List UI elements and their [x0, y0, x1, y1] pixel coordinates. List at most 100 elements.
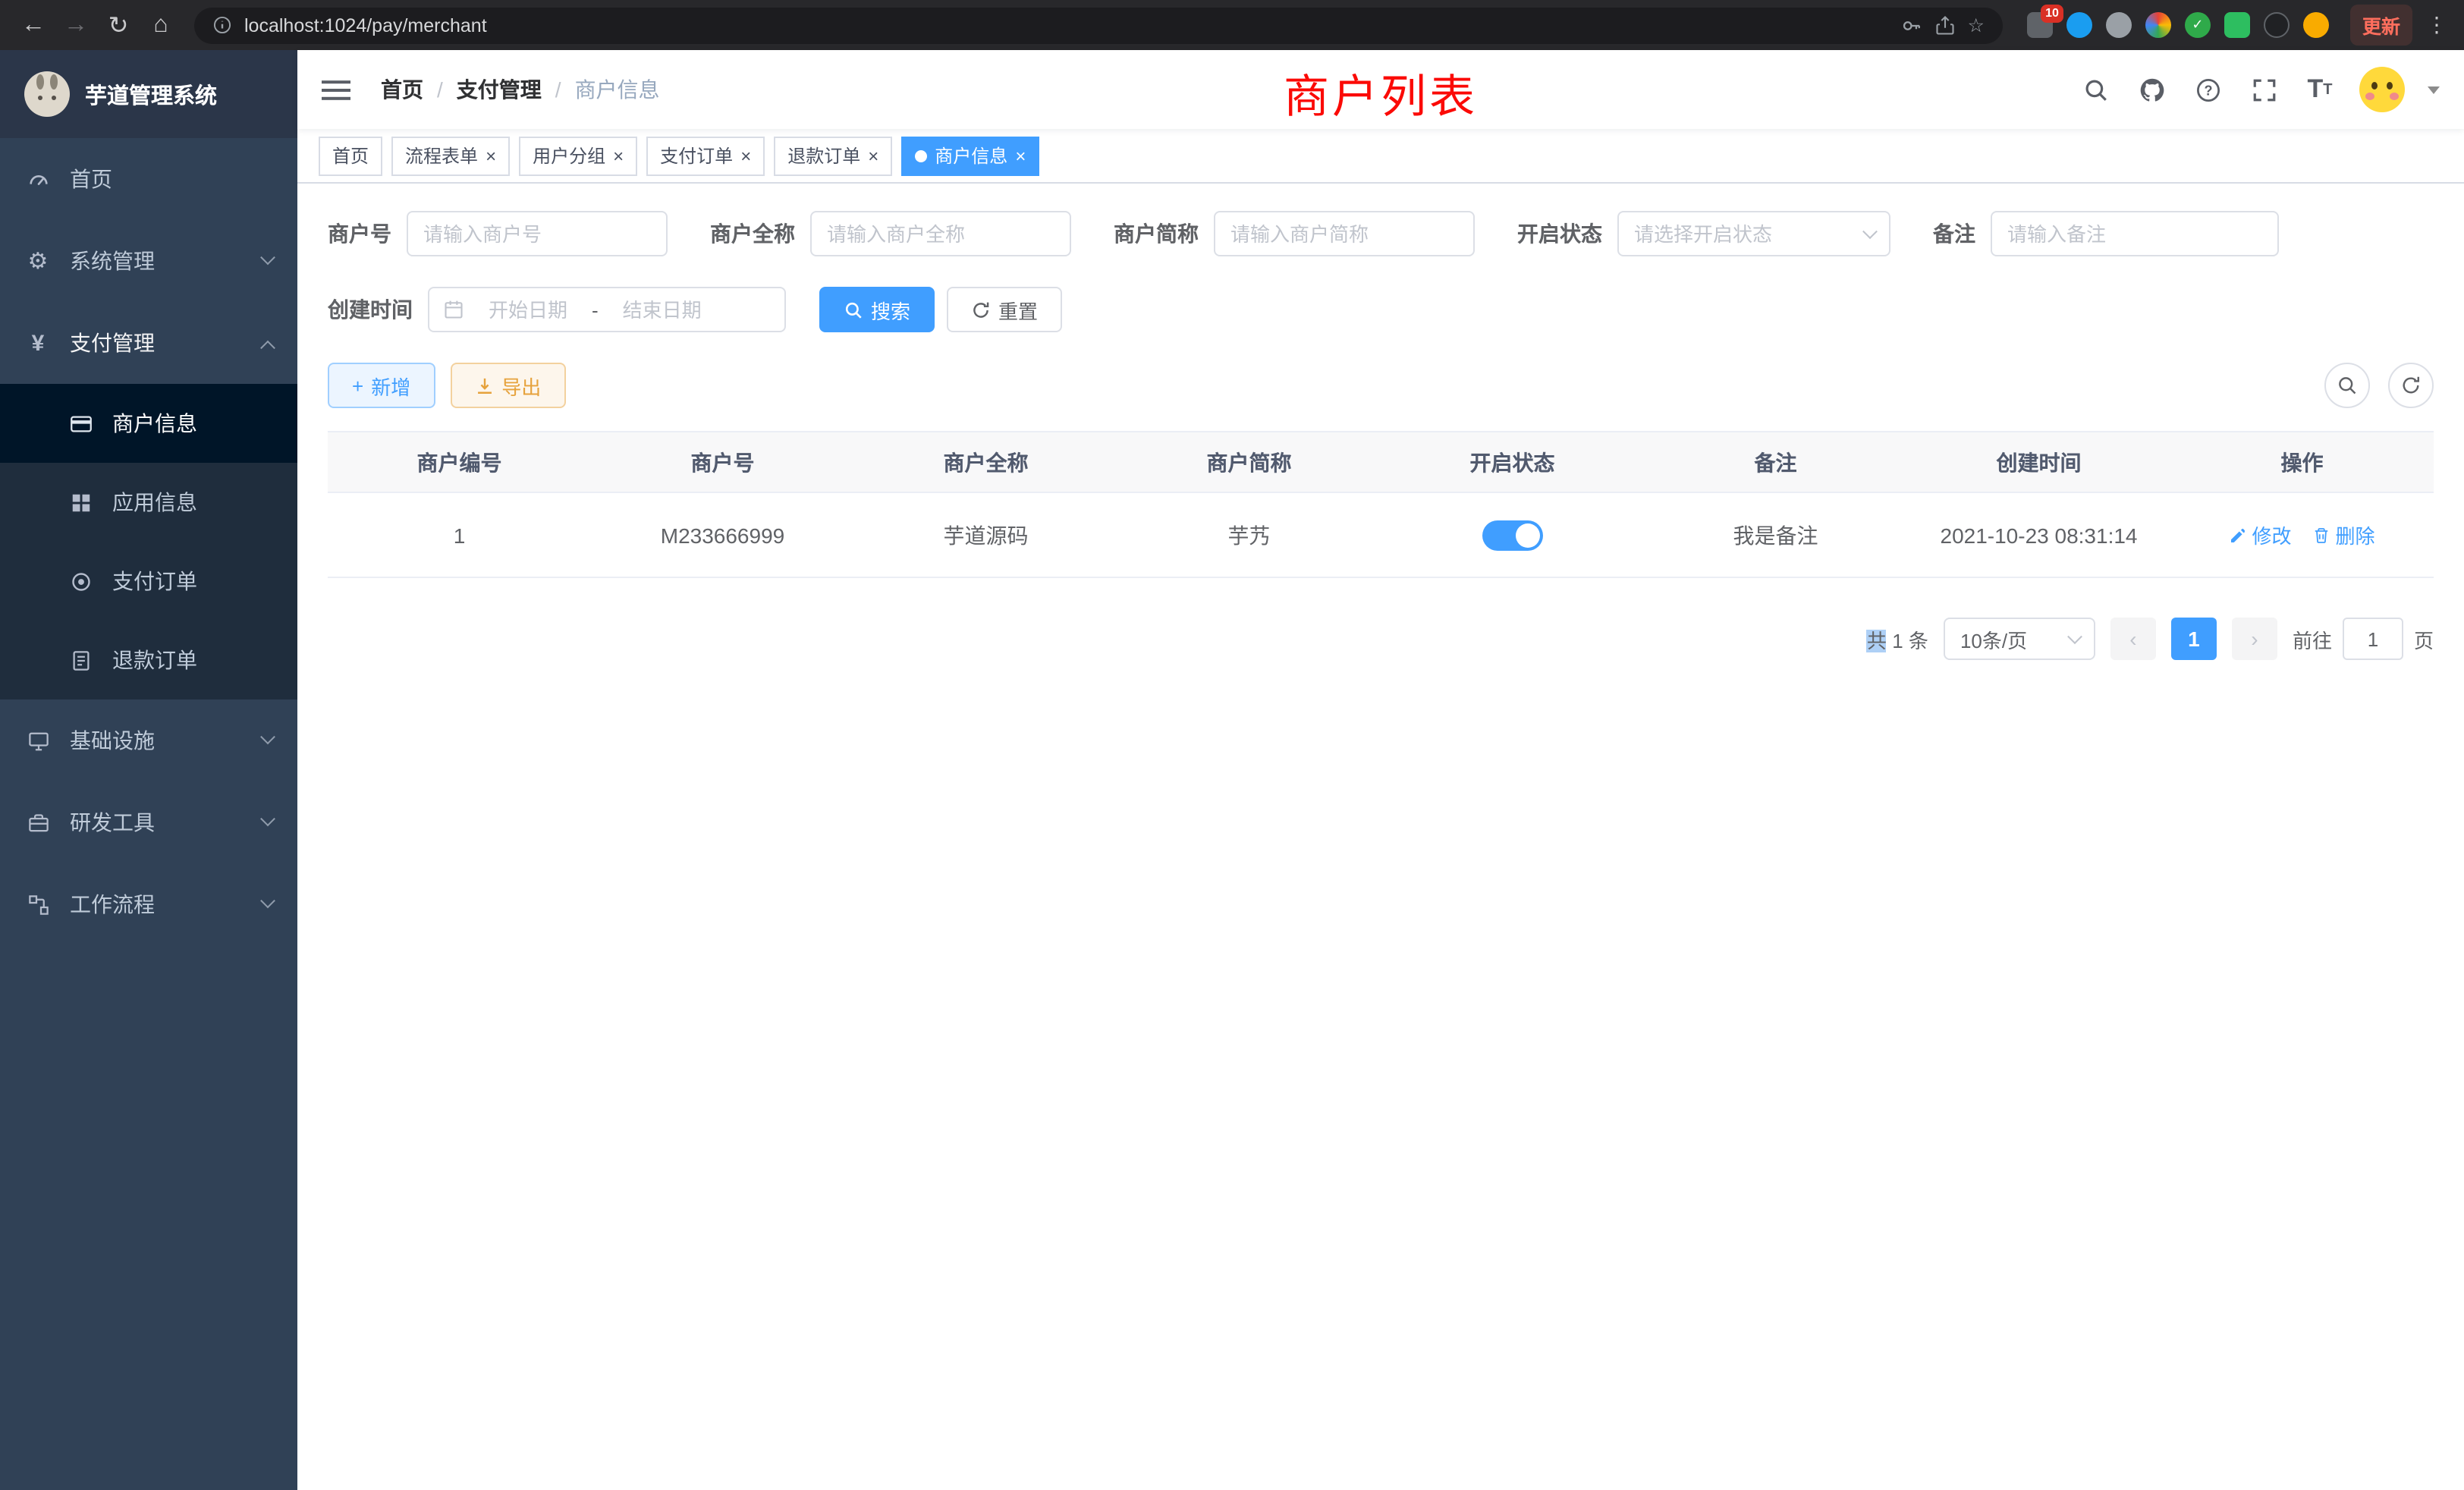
- date-range-picker[interactable]: -: [428, 287, 786, 332]
- start-date-input[interactable]: [470, 298, 586, 321]
- goto-page-input[interactable]: [2343, 618, 2403, 660]
- extension-icon[interactable]: [2264, 12, 2290, 38]
- calendar-icon: [443, 299, 464, 320]
- extension-icon[interactable]: ✓: [2185, 12, 2211, 38]
- tags-view-bar: 首页 流程表单 × 用户分组 × 支付订单 × 退款订单 ×: [297, 129, 2464, 184]
- delete-link[interactable]: 删除: [2313, 520, 2375, 549]
- breadcrumb-separator: /: [437, 77, 443, 102]
- extension-icon[interactable]: 10: [2027, 12, 2053, 38]
- sidebar-item-refund-order[interactable]: 退款订单: [0, 621, 297, 699]
- full-name-input[interactable]: [810, 211, 1071, 256]
- tab-user-group[interactable]: 用户分组 ×: [519, 136, 637, 175]
- sidebar-item-pay-order[interactable]: 支付订单: [0, 542, 297, 621]
- col-header: 商户编号: [328, 447, 591, 477]
- search-icon[interactable]: [2079, 73, 2112, 106]
- close-icon[interactable]: ×: [740, 146, 751, 165]
- browser-menu-icon[interactable]: ⋮: [2422, 12, 2452, 38]
- short-name-input[interactable]: [1214, 211, 1475, 256]
- monitor-icon: [24, 729, 52, 752]
- address-bar[interactable]: localhost:1024/pay/merchant ☆: [194, 7, 2003, 43]
- col-header: 创建时间: [1907, 447, 2170, 477]
- hamburger-icon[interactable]: [322, 75, 360, 104]
- cell-short-name: 芋艿: [1117, 520, 1381, 550]
- sidebar-item-label: 应用信息: [112, 487, 197, 517]
- sidebar-item-payment[interactable]: ¥ 支付管理: [0, 302, 297, 384]
- forward-icon[interactable]: →: [55, 4, 97, 46]
- browser-update-button[interactable]: 更新: [2350, 5, 2412, 46]
- filter-label-status: 开启状态: [1517, 218, 1602, 249]
- reset-button[interactable]: 重置: [947, 287, 1062, 332]
- breadcrumb-item[interactable]: 首页: [381, 74, 423, 105]
- chevron-down-icon: [260, 892, 275, 907]
- site-info-icon[interactable]: [212, 15, 232, 35]
- reload-icon[interactable]: ↻: [97, 4, 140, 46]
- sidebar-item-app-info[interactable]: 应用信息: [0, 463, 297, 542]
- tab-home[interactable]: 首页: [319, 136, 382, 175]
- extension-icon[interactable]: [2303, 12, 2329, 38]
- sidebar-item-home[interactable]: 首页: [0, 138, 297, 220]
- end-date-input[interactable]: [605, 298, 720, 321]
- bookmark-star-icon[interactable]: ☆: [1968, 14, 1985, 36]
- sidebar: 芋道管理系统 首页 ⚙ 系统管理 ¥ 支付管理: [0, 50, 297, 1490]
- breadcrumb-item[interactable]: 支付管理: [457, 74, 542, 105]
- active-dot: [915, 149, 927, 162]
- page-number-button[interactable]: 1: [2171, 618, 2217, 660]
- tab-label: 退款订单: [787, 143, 860, 168]
- refresh-icon-button[interactable]: [2388, 363, 2434, 408]
- filter-label-short-name: 商户简称: [1114, 218, 1199, 249]
- home-icon[interactable]: ⌂: [140, 4, 182, 46]
- close-icon[interactable]: ×: [868, 146, 878, 165]
- next-page-button[interactable]: ›: [2232, 618, 2277, 660]
- github-icon[interactable]: [2135, 73, 2168, 106]
- close-icon[interactable]: ×: [613, 146, 624, 165]
- share-icon[interactable]: [1934, 14, 1956, 36]
- tab-refund-order[interactable]: 退款订单 ×: [774, 136, 892, 175]
- search-button[interactable]: 搜索: [819, 287, 935, 332]
- edit-link[interactable]: 修改: [2229, 520, 2291, 549]
- page-size-select[interactable]: [1944, 618, 2095, 660]
- merchant-no-input[interactable]: [407, 211, 668, 256]
- fullscreen-icon[interactable]: [2247, 73, 2280, 106]
- sidebar-item-system[interactable]: ⚙ 系统管理: [0, 220, 297, 302]
- export-button[interactable]: 导出: [450, 363, 565, 408]
- sidebar-item-merchant-info[interactable]: 商户信息: [0, 384, 297, 463]
- tab-label: 用户分组: [533, 143, 605, 168]
- back-icon[interactable]: ←: [12, 4, 55, 46]
- app-logo[interactable]: 芋道管理系统: [0, 50, 297, 138]
- status-select[interactable]: [1617, 211, 1890, 256]
- extension-icon[interactable]: [2106, 12, 2132, 38]
- extension-icon[interactable]: [2145, 12, 2171, 38]
- tab-label: 支付订单: [660, 143, 733, 168]
- remark-input[interactable]: [1991, 211, 2279, 256]
- merchant-table: 商户编号 商户号 商户全称 商户简称 开启状态 备注 创建时间 操作 1 M23…: [328, 431, 2434, 578]
- caret-down-icon[interactable]: [2428, 86, 2440, 93]
- sidebar-item-label: 研发工具: [70, 807, 155, 838]
- cell-remark: 我是备注: [1644, 520, 1907, 550]
- screen: ← → ↻ ⌂ localhost:1024/pay/merchant ☆ 10: [0, 0, 2464, 1490]
- help-icon[interactable]: ?: [2191, 73, 2224, 106]
- tab-process-form[interactable]: 流程表单 ×: [391, 136, 510, 175]
- status-toggle[interactable]: [1482, 520, 1543, 550]
- extension-icon[interactable]: [2066, 12, 2092, 38]
- show-search-icon-button[interactable]: [2324, 363, 2370, 408]
- font-size-icon[interactable]: TT: [2303, 73, 2337, 106]
- prev-page-button[interactable]: ‹: [2110, 618, 2156, 660]
- col-header: 备注: [1644, 447, 1907, 477]
- extension-icon[interactable]: [2224, 12, 2250, 38]
- col-header: 商户全称: [854, 447, 1117, 477]
- pagination: 共 1 条 ‹ 1 › 前往 页: [328, 618, 2434, 660]
- close-icon[interactable]: ×: [1015, 146, 1026, 165]
- tab-merchant-info[interactable]: 商户信息 ×: [901, 136, 1039, 175]
- avatar[interactable]: [2359, 67, 2405, 112]
- page-annotation: 商户列表: [1284, 59, 1478, 126]
- tab-pay-order[interactable]: 支付订单 ×: [646, 136, 765, 175]
- navbar-actions: ? TT: [2079, 67, 2440, 112]
- key-icon[interactable]: [1901, 14, 1922, 36]
- table-row: 1 M233666999 芋道源码 芋艿 我是备注 2021-10-23 08:…: [328, 493, 2434, 578]
- url-text: localhost:1024/pay/merchant: [244, 14, 487, 36]
- sidebar-item-infrastructure[interactable]: 基础设施: [0, 699, 297, 781]
- add-button[interactable]: + 新增: [328, 363, 435, 408]
- sidebar-item-workflow[interactable]: 工作流程: [0, 863, 297, 945]
- close-icon[interactable]: ×: [486, 146, 496, 165]
- sidebar-item-dev-tools[interactable]: 研发工具: [0, 781, 297, 863]
